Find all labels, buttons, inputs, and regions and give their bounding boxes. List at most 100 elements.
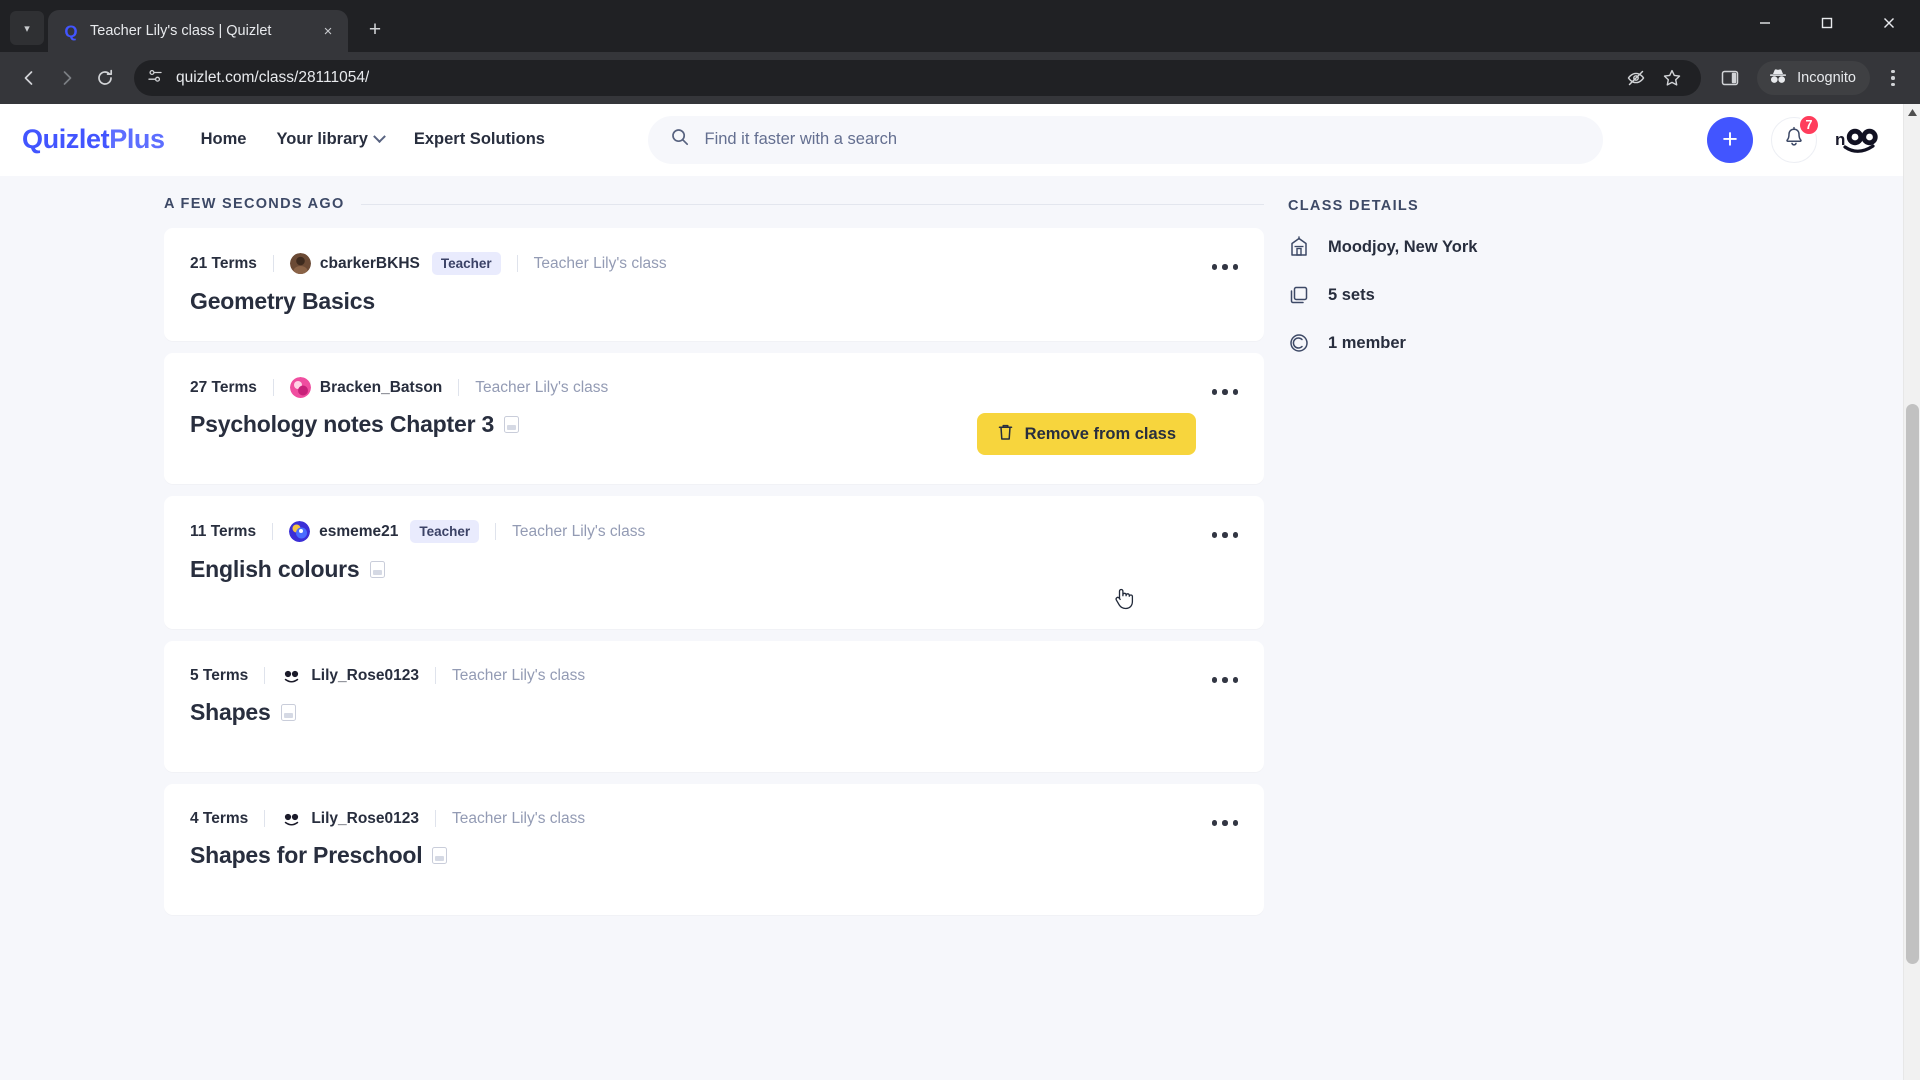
class-name[interactable]: Teacher Lily's class bbox=[534, 255, 667, 273]
address-bar[interactable]: quizlet.com/class/28111054/ bbox=[134, 60, 1702, 96]
browser-tab[interactable]: Q Teacher Lily's class | Quizlet × bbox=[48, 10, 348, 52]
member-icon bbox=[1288, 332, 1310, 354]
author-name: Bracken_Batson bbox=[319, 378, 443, 396]
chevron-down-icon bbox=[373, 130, 386, 144]
sets-label: 5 sets bbox=[1328, 285, 1375, 304]
profile-label: Incognito bbox=[1797, 70, 1856, 86]
search-input[interactable]: Find it faster with a search bbox=[648, 115, 1604, 164]
logo-quizlet-text: Quizlet bbox=[22, 124, 110, 154]
set-card[interactable]: 11 Terms esmeme21 Teacher Teacher Lily's… bbox=[164, 496, 1264, 629]
set-title-text: English colours bbox=[190, 556, 360, 582]
teacher-badge: Teacher bbox=[431, 252, 501, 275]
close-icon[interactable] bbox=[1858, 0, 1920, 46]
scrollbar-thumb[interactable] bbox=[1906, 404, 1919, 964]
meta-divider bbox=[264, 667, 266, 684]
author-name: cbarkerBKHS bbox=[319, 254, 420, 272]
set-author[interactable]: cbarkerBKHS bbox=[289, 253, 420, 274]
more-options-icon[interactable] bbox=[1211, 264, 1238, 270]
term-count: 11 Terms bbox=[190, 522, 257, 540]
set-author[interactable]: esmeme21 bbox=[289, 521, 398, 542]
meta-divider bbox=[272, 379, 274, 396]
teacher-badge: Teacher bbox=[410, 520, 480, 543]
set-meta: 4 Terms Lily_Rose0123 Teacher Lily's cla… bbox=[190, 808, 1238, 829]
nav-item-home[interactable]: Home bbox=[201, 130, 247, 149]
three-dot-menu-icon[interactable] bbox=[1878, 61, 1908, 95]
set-author[interactable]: Bracken_Batson bbox=[289, 377, 443, 398]
reload-icon[interactable] bbox=[88, 61, 122, 95]
set-meta: 11 Terms esmeme21 Teacher Teacher Lily's… bbox=[190, 520, 1238, 543]
set-card[interactable]: 27 Terms Bracken_Batson Teacher Lily's c… bbox=[164, 353, 1264, 484]
timestamp-row: A FEW SECONDS AGO bbox=[164, 196, 1264, 212]
meta-divider bbox=[495, 523, 497, 540]
set-title[interactable]: English colours bbox=[190, 556, 1238, 583]
more-options-icon[interactable] bbox=[1211, 677, 1238, 683]
class-name[interactable]: Teacher Lily's class bbox=[475, 379, 608, 397]
sets-column: A FEW SECONDS AGO 21 Terms cbarkerBKHS T… bbox=[0, 176, 1288, 1080]
more-options-icon[interactable] bbox=[1211, 820, 1238, 826]
remove-from-class-button[interactable]: Remove from class bbox=[976, 413, 1196, 455]
set-author[interactable]: Lily_Rose0123 bbox=[281, 665, 419, 686]
set-title-text: Psychology notes Chapter 3 bbox=[190, 411, 495, 437]
side-panel-icon[interactable] bbox=[1713, 61, 1747, 95]
nav-label-your-library: Your library bbox=[276, 130, 368, 148]
page-scrollbar[interactable] bbox=[1903, 104, 1920, 1080]
scroll-up-arrow-icon[interactable] bbox=[1904, 104, 1920, 121]
author-name: esmeme21 bbox=[319, 522, 399, 540]
sets-icon bbox=[1288, 284, 1310, 306]
author-avatar bbox=[289, 253, 311, 274]
nav-label-expert-solutions: Expert Solutions bbox=[413, 130, 545, 148]
class-details-heading: CLASS DETAILS bbox=[1288, 198, 1420, 214]
star-icon[interactable] bbox=[1655, 61, 1689, 95]
notification-count-badge: 7 bbox=[1798, 113, 1820, 136]
forward-arrow-icon[interactable] bbox=[50, 61, 84, 95]
class-detail-members: 1 member bbox=[1288, 332, 1903, 354]
class-name[interactable]: Teacher Lily's class bbox=[452, 810, 585, 828]
author-name: Lily_Rose0123 bbox=[311, 809, 420, 827]
maximize-icon[interactable] bbox=[1796, 0, 1858, 46]
incognito-profile-button[interactable]: Incognito bbox=[1757, 61, 1870, 95]
close-icon[interactable]: × bbox=[318, 21, 338, 41]
notifications-button[interactable]: 7 bbox=[1771, 113, 1820, 163]
nav-label-home: Home bbox=[200, 130, 247, 148]
logo-plus-text: Plus bbox=[109, 124, 165, 154]
site-settings-icon[interactable] bbox=[146, 67, 164, 89]
school-icon bbox=[1288, 236, 1310, 258]
quizlet-page: QuizletPlus Home Your library Expert Sol… bbox=[0, 104, 1903, 1080]
author-avatar bbox=[289, 377, 311, 398]
set-title[interactable]: Geometry Basics bbox=[190, 288, 1238, 315]
omnibox-actions bbox=[1619, 61, 1689, 95]
browser-toolbar: quizlet.com/class/28111054/ Incognito bbox=[0, 52, 1920, 104]
quizlet-plus-logo[interactable]: QuizletPlus bbox=[22, 124, 165, 155]
search-area: Find it faster with a search bbox=[545, 115, 1707, 164]
set-card[interactable]: 21 Terms cbarkerBKHS Teacher Teacher Lil… bbox=[164, 228, 1264, 341]
class-detail-school: Moodjoy, New York bbox=[1288, 236, 1903, 258]
nav-item-your-library[interactable]: Your library bbox=[276, 130, 386, 149]
more-options-icon[interactable] bbox=[1211, 532, 1238, 538]
eye-slash-icon[interactable] bbox=[1619, 61, 1653, 95]
minimize-icon[interactable] bbox=[1734, 0, 1796, 46]
school-label: Moodjoy, New York bbox=[1328, 237, 1478, 256]
member-label: 1 member bbox=[1328, 333, 1406, 352]
meta-divider bbox=[435, 810, 437, 827]
term-count: 5 Terms bbox=[190, 666, 249, 684]
author-name: Lily_Rose0123 bbox=[311, 666, 420, 684]
set-card[interactable]: 4 Terms Lily_Rose0123 Teacher Lily's cla… bbox=[164, 784, 1264, 915]
class-name[interactable]: Teacher Lily's class bbox=[512, 523, 645, 541]
set-author[interactable]: Lily_Rose0123 bbox=[281, 808, 419, 829]
tab-search-chevron-icon[interactable]: ▾ bbox=[10, 11, 44, 45]
class-name[interactable]: Teacher Lily's class bbox=[452, 667, 585, 685]
more-options-icon[interactable] bbox=[1211, 389, 1238, 395]
author-avatar bbox=[281, 665, 303, 686]
set-title[interactable]: Shapes for Preschool bbox=[190, 842, 1238, 869]
nav-item-expert-solutions[interactable]: Expert Solutions bbox=[414, 130, 545, 149]
has-images-icon bbox=[369, 561, 385, 578]
create-button[interactable]: + bbox=[1707, 116, 1753, 163]
back-arrow-icon[interactable] bbox=[12, 61, 46, 95]
avatar[interactable]: n bbox=[1835, 117, 1881, 163]
window-controls bbox=[1734, 0, 1920, 46]
new-tab-button[interactable]: + bbox=[358, 13, 392, 47]
set-title[interactable]: Shapes bbox=[190, 699, 1238, 726]
remove-from-class-label: Remove from class bbox=[1024, 424, 1176, 443]
set-card[interactable]: 5 Terms Lily_Rose0123 Teacher Lily's cla… bbox=[164, 641, 1264, 772]
page-viewport: QuizletPlus Home Your library Expert Sol… bbox=[0, 104, 1920, 1080]
